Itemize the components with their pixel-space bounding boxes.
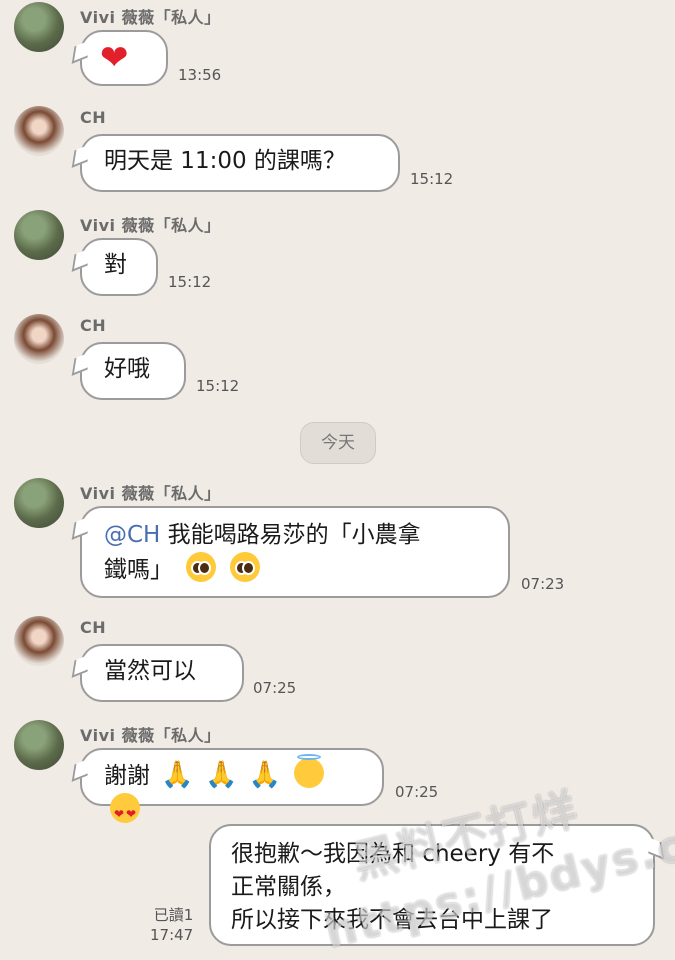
avatar[interactable] xyxy=(14,106,64,156)
sender-name: Vivi 薇薇「私人」 xyxy=(80,216,221,235)
timestamp: 17:47 xyxy=(150,926,194,944)
sender-name: Vivi 薇薇「私人」 xyxy=(80,484,221,503)
avatar[interactable] xyxy=(14,720,64,770)
avatar[interactable] xyxy=(14,2,64,52)
read-label: 已讀1 xyxy=(153,906,194,924)
message-text-line2: 鐵嗎」 xyxy=(104,557,173,583)
heart-eyes-face-icon xyxy=(110,793,140,831)
folded-hands-icon: 🙏 xyxy=(161,760,194,790)
read-receipt: 已讀1 17:47 xyxy=(150,905,193,945)
sender-name: CH xyxy=(80,618,107,637)
message-text: 謝謝 xyxy=(104,763,150,789)
message-text: 明天是 11:00 的課嗎？ xyxy=(104,148,346,174)
message-bubble[interactable]: ❤ xyxy=(80,30,168,86)
sender-name: CH xyxy=(80,108,107,127)
message-text: 當然可以 xyxy=(104,658,196,684)
timestamp: 15:12 xyxy=(410,170,454,188)
mention-tag[interactable]: @CH xyxy=(104,522,160,548)
outgoing-message-bubble[interactable]: 很抱歉～我因為和 cheery 有不 正常關係， 所以接下來我不會去台中上課了 xyxy=(209,824,655,946)
message-bubble[interactable]: 當然可以 xyxy=(80,644,244,702)
avatar[interactable] xyxy=(14,478,64,528)
folded-hands-icon: 🙏 xyxy=(248,760,282,790)
avatar[interactable] xyxy=(14,314,64,364)
message-bubble[interactable]: 明天是 11:00 的課嗎？ xyxy=(80,134,400,192)
timestamp: 13:56 xyxy=(178,66,222,84)
timestamp: 07:23 xyxy=(521,575,565,593)
message-text: 對 xyxy=(104,252,127,278)
day-separator: 今天 xyxy=(300,422,376,464)
timestamp: 07:25 xyxy=(253,679,297,697)
pleading-face-icon xyxy=(229,552,260,582)
red-heart-icon: ❤ xyxy=(100,38,129,78)
halo-face-icon xyxy=(294,754,325,788)
sender-name: Vivi 薇薇「私人」 xyxy=(80,726,221,745)
outgoing-text-line3: 所以接下來我不會去台中上課了 xyxy=(231,907,553,933)
sender-name: Vivi 薇薇「私人」 xyxy=(80,8,221,27)
message-text: 好哦 xyxy=(104,356,150,382)
timestamp: 07:25 xyxy=(395,783,439,801)
outgoing-text-line1: 很抱歉～我因為和 cheery 有不 xyxy=(231,841,555,867)
pleading-face-icon xyxy=(186,552,217,582)
outgoing-text-line2: 正常關係， xyxy=(231,874,346,900)
message-bubble[interactable]: @CH 我能喝路易莎的「小農拿 鐵嗎」 xyxy=(80,506,510,598)
message-bubble[interactable]: 謝謝 🙏 🙏 🙏 xyxy=(80,748,384,831)
message-text: 我能喝路易莎的「小農拿 xyxy=(160,522,421,548)
avatar[interactable] xyxy=(14,616,64,666)
sender-name: CH xyxy=(80,316,107,335)
timestamp: 15:12 xyxy=(168,273,212,291)
avatar[interactable] xyxy=(14,210,64,260)
message-bubble[interactable]: 好哦 xyxy=(80,342,186,400)
message-bubble[interactable]: 對 xyxy=(80,238,158,296)
folded-hands-icon: 🙏 xyxy=(205,760,238,790)
timestamp: 15:12 xyxy=(196,377,240,395)
